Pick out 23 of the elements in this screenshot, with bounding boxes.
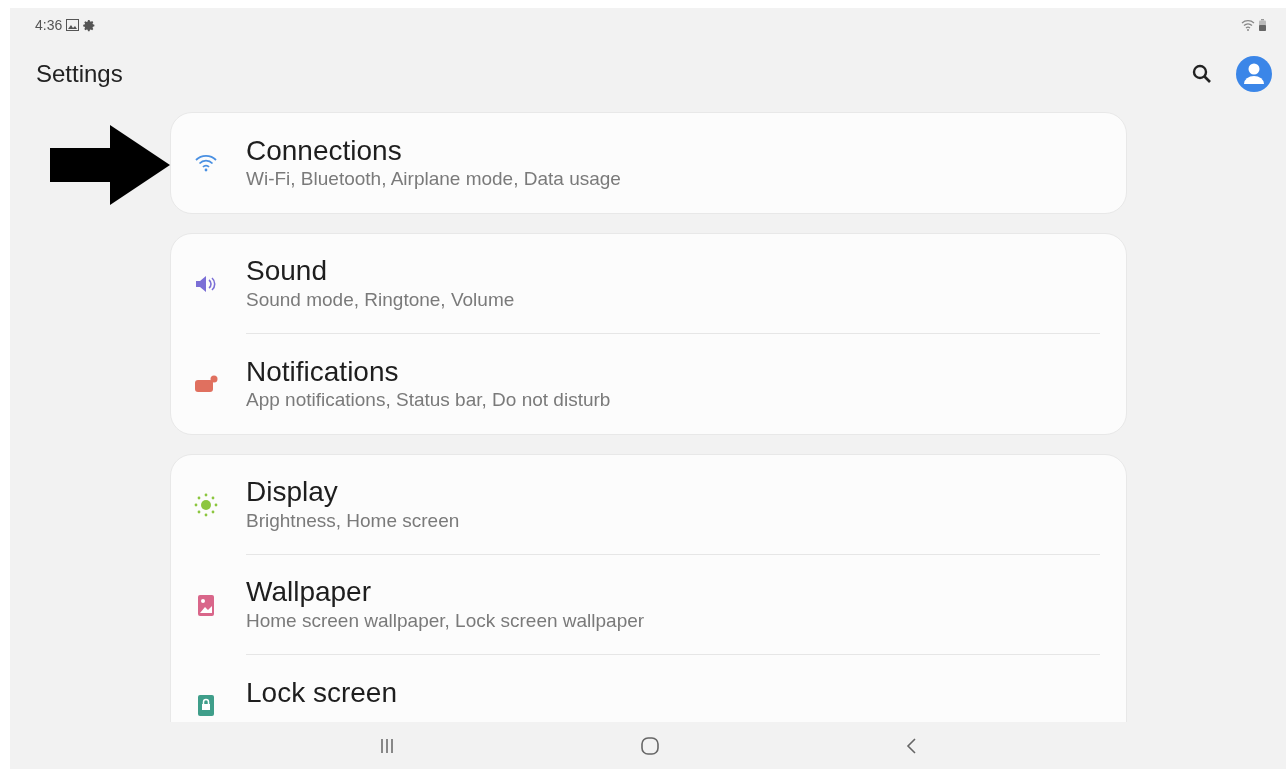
image-icon xyxy=(66,19,80,31)
page-title: Settings xyxy=(36,59,124,89)
back-icon[interactable] xyxy=(905,736,917,755)
setting-description: Sound mode, Ringtone, Volume xyxy=(246,287,516,312)
gear-icon xyxy=(83,18,97,32)
setting-description: Wi-Fi, Bluetooth, Airplane mode, Data usage xyxy=(246,167,622,192)
setting-title[interactable]: Display xyxy=(246,475,1100,509)
profile-avatar-icon[interactable] xyxy=(1236,56,1272,92)
setting-description: App notifications, Status bar, Do not disturb xyxy=(246,388,612,413)
setting-title[interactable]: Notifications xyxy=(246,354,1100,389)
battery-icon xyxy=(1259,19,1266,31)
arrow-icon xyxy=(50,125,170,205)
home-icon[interactable] xyxy=(640,735,660,756)
wifi-signal-icon xyxy=(1241,19,1255,31)
setting-title[interactable]: Lock screen xyxy=(246,676,1100,710)
setting-title[interactable]: Sound xyxy=(246,254,1100,288)
status-time: 4:36 xyxy=(35,15,63,35)
setting-description: Brightness, Home screen xyxy=(246,508,461,533)
setting-title[interactable]: Connections xyxy=(246,133,1100,168)
setting-title[interactable]: Wallpaper xyxy=(246,575,1100,609)
recent-apps-icon[interactable] xyxy=(379,737,395,754)
setting-description: Home screen wallpaper, Lock screen wallpaper xyxy=(246,608,646,633)
search-icon[interactable] xyxy=(1192,64,1212,84)
